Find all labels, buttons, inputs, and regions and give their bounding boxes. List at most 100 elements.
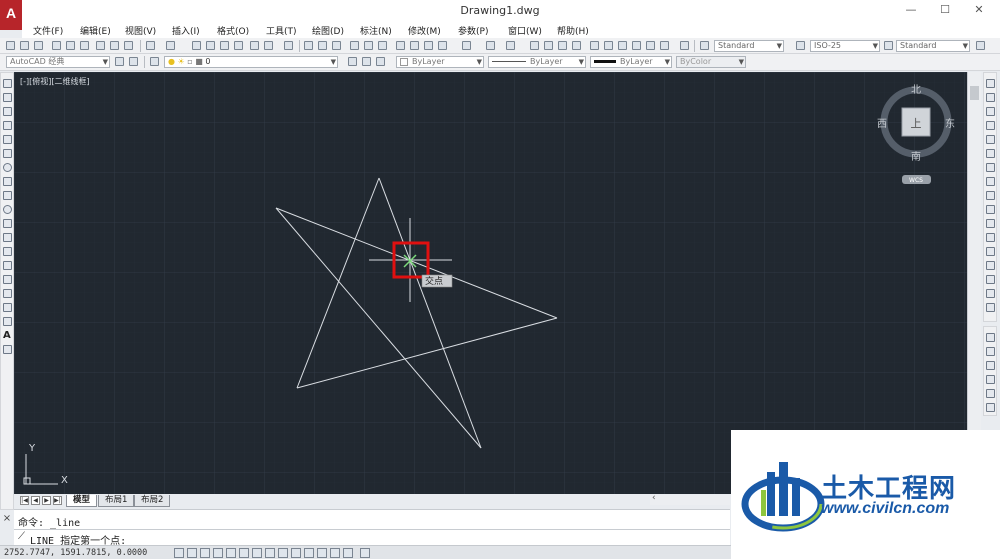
zoom-realtime-icon[interactable] (206, 41, 215, 50)
open-file-icon[interactable] (20, 41, 29, 50)
open-file-icon[interactable] (318, 41, 327, 50)
text-style-combo[interactable]: Standard ▼ (714, 40, 784, 52)
zoom-previous-icon[interactable] (572, 41, 581, 50)
menu-draw[interactable]: 绘图(D) (312, 24, 344, 37)
region-icon[interactable] (3, 303, 12, 312)
save-icon[interactable] (34, 41, 43, 50)
command-line[interactable]: ⟋ LINE 指定第一个点: (14, 529, 730, 547)
markup-icon[interactable] (646, 41, 655, 50)
hatch-icon[interactable] (3, 275, 12, 284)
menu-help[interactable]: 帮助(H) (557, 24, 589, 37)
zoom-window-icon[interactable] (220, 41, 229, 50)
zoom-window-icon[interactable] (558, 41, 567, 50)
layer-state-icon[interactable] (376, 57, 385, 66)
publish-icon[interactable] (80, 41, 89, 50)
save-icon[interactable] (332, 41, 341, 50)
bring-to-front-icon[interactable] (986, 333, 995, 342)
block-editor-icon[interactable] (438, 41, 447, 50)
paste-icon[interactable] (424, 41, 433, 50)
pan-icon[interactable] (192, 41, 201, 50)
help-icon[interactable] (284, 41, 293, 50)
send-under-icon[interactable] (986, 375, 995, 384)
tab-layout1[interactable]: 布局1 (98, 495, 135, 507)
scroll-left-icon[interactable]: ‹ (652, 493, 656, 503)
lineweight-display-icon[interactable] (304, 548, 314, 558)
spline-icon[interactable] (3, 191, 12, 200)
paste-icon[interactable] (124, 41, 133, 50)
send-to-back-icon[interactable] (986, 347, 995, 356)
new-file-icon[interactable] (304, 41, 313, 50)
circle-icon[interactable] (3, 163, 12, 172)
table-icon[interactable] (3, 317, 12, 326)
add-selected-icon[interactable] (3, 345, 12, 354)
plot-icon[interactable] (52, 41, 61, 50)
menu-view[interactable]: 视图(V) (125, 24, 156, 37)
extend-icon[interactable] (986, 219, 995, 228)
object-snap-tracking-icon[interactable] (265, 548, 275, 558)
trim-icon[interactable] (986, 205, 995, 214)
array-icon[interactable] (986, 135, 995, 144)
table-style-icon[interactable] (884, 41, 893, 50)
menu-modify[interactable]: 修改(M) (408, 24, 441, 37)
calculator-icon[interactable] (660, 41, 669, 50)
layer-previous-icon[interactable] (362, 57, 371, 66)
cut-icon[interactable] (96, 41, 105, 50)
quick-properties-icon[interactable] (330, 548, 340, 558)
offset-icon[interactable] (986, 121, 995, 130)
ellipse-arc-icon[interactable] (3, 219, 12, 228)
publish-icon[interactable] (378, 41, 387, 50)
scale-icon[interactable] (986, 177, 995, 186)
chamfer-icon[interactable] (986, 275, 995, 284)
construction-line-icon[interactable] (3, 93, 12, 102)
undo-icon[interactable] (486, 41, 495, 50)
make-block-icon[interactable] (3, 247, 12, 256)
menu-window[interactable]: 窗口(W) (508, 24, 542, 37)
undo-icon[interactable] (462, 41, 471, 50)
hatch-to-back-icon[interactable] (986, 403, 995, 412)
rectangle-icon[interactable] (3, 135, 12, 144)
polygon-icon[interactable] (3, 121, 12, 130)
pan-icon[interactable] (530, 41, 539, 50)
compass-south[interactable]: 南 (911, 150, 921, 163)
dynamic-input-icon[interactable] (291, 548, 301, 558)
first-tab-button[interactable]: |◀ (20, 496, 29, 505)
menu-format[interactable]: 格式(O) (217, 24, 249, 37)
workspace-save-icon[interactable] (129, 57, 138, 66)
new-file-icon[interactable] (6, 41, 15, 50)
fillet-icon[interactable] (986, 289, 995, 298)
compass-west[interactable]: 西 (877, 119, 887, 130)
stretch-icon[interactable] (986, 191, 995, 200)
point-icon[interactable] (3, 261, 12, 270)
transparency-icon[interactable] (317, 548, 327, 558)
menu-insert[interactable]: 插入(I) (172, 24, 200, 37)
tab-model[interactable]: 模型 (66, 495, 98, 507)
linetype-combo[interactable]: ByLayer ▼ (488, 56, 586, 68)
break-at-point-icon[interactable] (986, 233, 995, 242)
redo-icon[interactable] (506, 41, 515, 50)
viewport-controls-label[interactable]: [-][俯视][二维线框] (20, 76, 90, 87)
zoom-previous-icon[interactable] (234, 41, 243, 50)
application-menu-button[interactable]: A (0, 0, 22, 30)
command-window-handle[interactable]: × (0, 511, 14, 545)
compass-north[interactable]: 北 (911, 84, 921, 96)
menu-edit[interactable]: 编辑(E) (80, 24, 111, 37)
maximize-button[interactable]: ☐ (932, 2, 958, 18)
text-style-icon[interactable] (700, 41, 709, 50)
infer-constraints-icon[interactable] (174, 548, 184, 558)
cursor-coordinates[interactable]: 2752.7747, 1591.7815, 0.0000 (4, 548, 147, 558)
redo-icon[interactable] (166, 41, 175, 50)
multileader-style-icon[interactable] (976, 41, 985, 50)
layer-combo[interactable]: ● ☀ ▫ ■ 0 ▼ (164, 56, 338, 68)
plotstyle-combo[interactable]: ByColor ▼ (676, 56, 746, 68)
layer-properties-icon[interactable] (150, 57, 159, 66)
selection-cycling-icon[interactable] (343, 548, 353, 558)
zoom-realtime-icon[interactable] (544, 41, 553, 50)
polar-tracking-icon[interactable] (226, 548, 236, 558)
menu-parametric[interactable]: 参数(P) (458, 24, 488, 37)
plot-preview-icon[interactable] (66, 41, 75, 50)
plot-icon[interactable] (350, 41, 359, 50)
scroll-thumb[interactable] (970, 86, 979, 100)
properties-icon[interactable] (590, 41, 599, 50)
match-properties-icon[interactable] (396, 41, 405, 50)
copy-icon[interactable] (410, 41, 419, 50)
